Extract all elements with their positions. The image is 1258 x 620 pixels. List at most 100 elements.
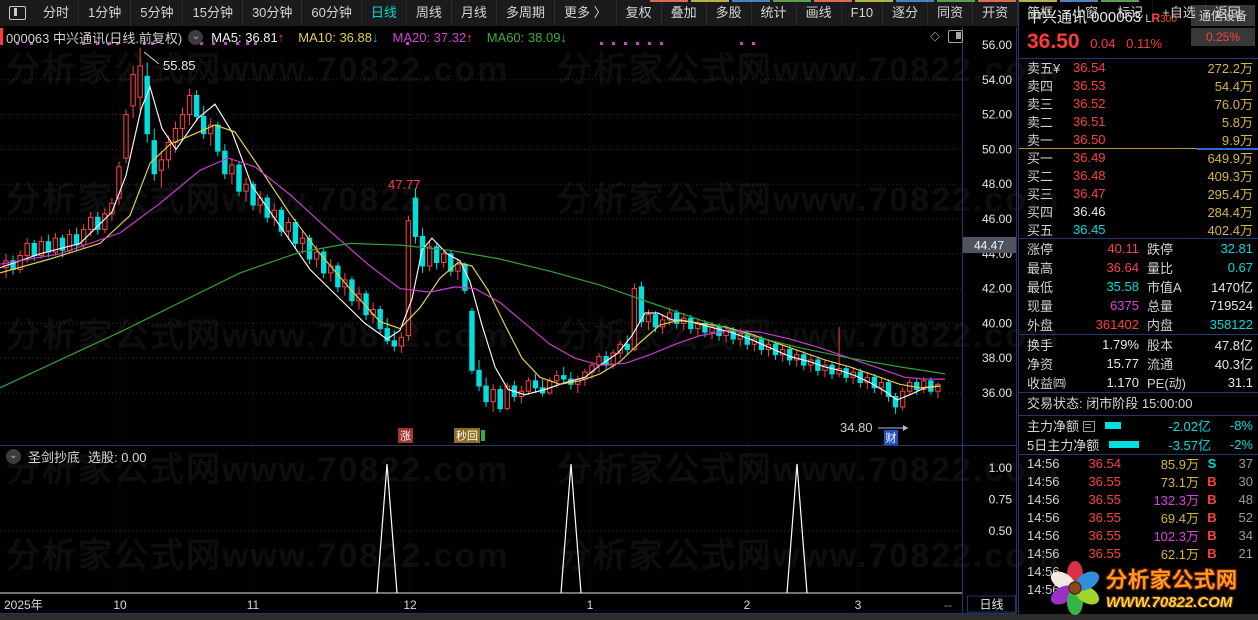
- ma-label: MA5: 36.81↑: [211, 30, 284, 45]
- menu-item-简框[interactable]: 简框: [1017, 0, 1062, 26]
- stat-label: 量比: [1147, 260, 1174, 276]
- stat-label: 净资: [1027, 356, 1054, 372]
- last-price: 36.50: [1027, 30, 1080, 53]
- menu-item-多周期[interactable]: 多周期: [495, 0, 554, 26]
- window-toggle-icon[interactable]: [9, 6, 26, 20]
- diamond-icon[interactable]: ◇: [930, 28, 940, 44]
- tick-count: 37: [1238, 456, 1253, 472]
- menu-item-开资[interactable]: 开资: [972, 0, 1017, 26]
- candle-body: [688, 317, 694, 330]
- y-axis-label: 38.00: [982, 351, 1012, 365]
- stat-value: 6375: [1110, 297, 1139, 313]
- candle-body: [674, 312, 680, 324]
- capital-flow-row: 主力净额 -2.02亿 -8%: [1019, 416, 1258, 435]
- logo-url[interactable]: WWW.70822.COM: [1106, 594, 1238, 611]
- tick-side: B: [1207, 492, 1217, 508]
- book-row[interactable]: 买二 36.48 409.3万: [1019, 167, 1258, 185]
- signal-dot: [636, 42, 639, 45]
- price-row: 36.50 0.04 0.11%: [1027, 30, 1162, 54]
- menu-item-5分钟[interactable]: 5分钟: [130, 0, 182, 26]
- strip-segment: [1019, 0, 1057, 2]
- menu-item-标记[interactable]: 标记: [1107, 0, 1152, 26]
- menu-item-F10[interactable]: F10: [840, 0, 882, 26]
- indicator-name: 圣剑抄底: [28, 449, 81, 465]
- candlestick-chart[interactable]: 56.0054.0052.0050.0048.0046.0044.0042.00…: [0, 0, 1018, 620]
- book-row[interactable]: 卖五¥ 36.54 272.2万: [1019, 59, 1258, 77]
- book-row[interactable]: 买五 36.45 402.4万: [1019, 220, 1258, 238]
- book-row[interactable]: 卖三 36.52 76.0万: [1019, 95, 1258, 113]
- stats-row: 现量 6375 总量 719524: [1019, 296, 1258, 315]
- tick-price: 36.55: [1088, 474, 1121, 490]
- y-axis-label: 36.00: [982, 386, 1012, 400]
- book-row[interactable]: 卖一 36.50 9.9万: [1019, 130, 1258, 148]
- stat-label: 总量: [1147, 298, 1174, 314]
- menu-item-小窗[interactable]: 小窗: [1062, 0, 1107, 26]
- menu-item-画线[interactable]: 画线: [795, 0, 841, 26]
- sub-y-label: 0.50: [989, 524, 1013, 538]
- strip-segment: [855, 0, 893, 2]
- tick-row: 14:56 36.55 102.3万 B 34: [1019, 527, 1258, 545]
- tick-side: B: [1207, 474, 1217, 490]
- menu-item-+自选[interactable]: +自选: [1152, 0, 1205, 26]
- book-label: 买二: [1027, 169, 1054, 185]
- chevron-down-icon[interactable]: ⌄: [188, 29, 204, 45]
- candle-body: [786, 349, 793, 361]
- book-row[interactable]: 买一 36.49 649.9万: [1019, 149, 1258, 167]
- candle-body: [193, 94, 200, 117]
- tick-time: 14:56: [1027, 492, 1060, 508]
- peak-pointer: [143, 51, 160, 65]
- stat-label: 最高: [1027, 260, 1054, 276]
- stat-value: 719524: [1209, 297, 1253, 313]
- book-price: 36.47: [1073, 185, 1106, 201]
- stat-label: 换手: [1027, 337, 1054, 353]
- book-price: 36.54: [1073, 60, 1106, 76]
- menu-item-逐分[interactable]: 逐分: [882, 0, 927, 26]
- menu-item-月线[interactable]: 月线: [450, 0, 496, 26]
- candle-body: [441, 253, 447, 264]
- signal-dot: [740, 42, 743, 45]
- stat-value: 31.1: [1227, 374, 1253, 390]
- tick-volume: 85.9万: [1160, 457, 1199, 473]
- ma-label: MA20: 37.32↑: [392, 30, 472, 45]
- stats-block-1: 涨停 40.11 跌停 32.81 最高 36.64 量比 0.67 最低 35.58 市值A 147…: [1019, 239, 1258, 334]
- menu-item-60分钟[interactable]: 60分钟: [301, 0, 360, 26]
- book-volume: 76.0万: [1214, 97, 1253, 112]
- stats-row: 净资 15.77 流通 40.3亿: [1019, 354, 1258, 373]
- menu-item-更多 〉[interactable]: 更多 〉: [553, 0, 616, 26]
- sub-indicator-header: ⌄ 圣剑抄底 选股: 0.00: [6, 447, 147, 465]
- menu-item-复权[interactable]: 复权: [615, 0, 661, 26]
- trend-arrow-icon: ↓: [371, 29, 379, 45]
- menu-item-多股[interactable]: 多股: [705, 0, 751, 26]
- menu-item-叠加[interactable]: 叠加: [660, 0, 706, 26]
- chevron-down-icon[interactable]: ⌄: [6, 448, 21, 464]
- strip-segment: [937, 0, 975, 2]
- candle-body: [532, 380, 539, 389]
- book-row[interactable]: 卖四 36.53 54.4万: [1019, 77, 1258, 95]
- book-label: 卖二: [1027, 114, 1054, 130]
- menu-item-15分钟[interactable]: 15分钟: [182, 0, 241, 26]
- menu-item-周线[interactable]: 周线: [405, 0, 451, 26]
- candle-body: [398, 336, 405, 347]
- menu-item-分时[interactable]: 分时: [34, 0, 78, 26]
- menu-item-1分钟[interactable]: 1分钟: [78, 0, 130, 26]
- y-axis-label: 40.00: [982, 316, 1012, 330]
- menu-item-同资[interactable]: 同资: [927, 0, 972, 26]
- menu-item-30分钟[interactable]: 30分钟: [241, 0, 301, 26]
- x-axis-label: --: [944, 598, 952, 612]
- book-row[interactable]: 买三 36.47 295.4万: [1019, 185, 1258, 203]
- menu-item-统计[interactable]: 统计: [750, 0, 796, 26]
- book-row[interactable]: 买四 36.46 284.4万: [1019, 202, 1258, 220]
- menu-item-返回[interactable]: 返回: [1204, 0, 1250, 26]
- indicator-spike: [376, 463, 398, 594]
- stat-label: 内盘: [1147, 317, 1174, 333]
- book-volume: 402.4万: [1207, 222, 1253, 238]
- panel-split-icon[interactable]: [948, 29, 963, 43]
- candle-body: [66, 234, 73, 251]
- candle-body: [645, 314, 652, 323]
- stat-value: 36.64: [1106, 259, 1139, 275]
- menu-item-日线[interactable]: 日线: [360, 0, 406, 26]
- indicator-spike: [786, 463, 808, 594]
- ma-label: MA10: 36.88↓: [298, 30, 378, 45]
- list-icon[interactable]: [1083, 420, 1096, 432]
- book-row[interactable]: 卖二 36.51 5.8万: [1019, 112, 1258, 130]
